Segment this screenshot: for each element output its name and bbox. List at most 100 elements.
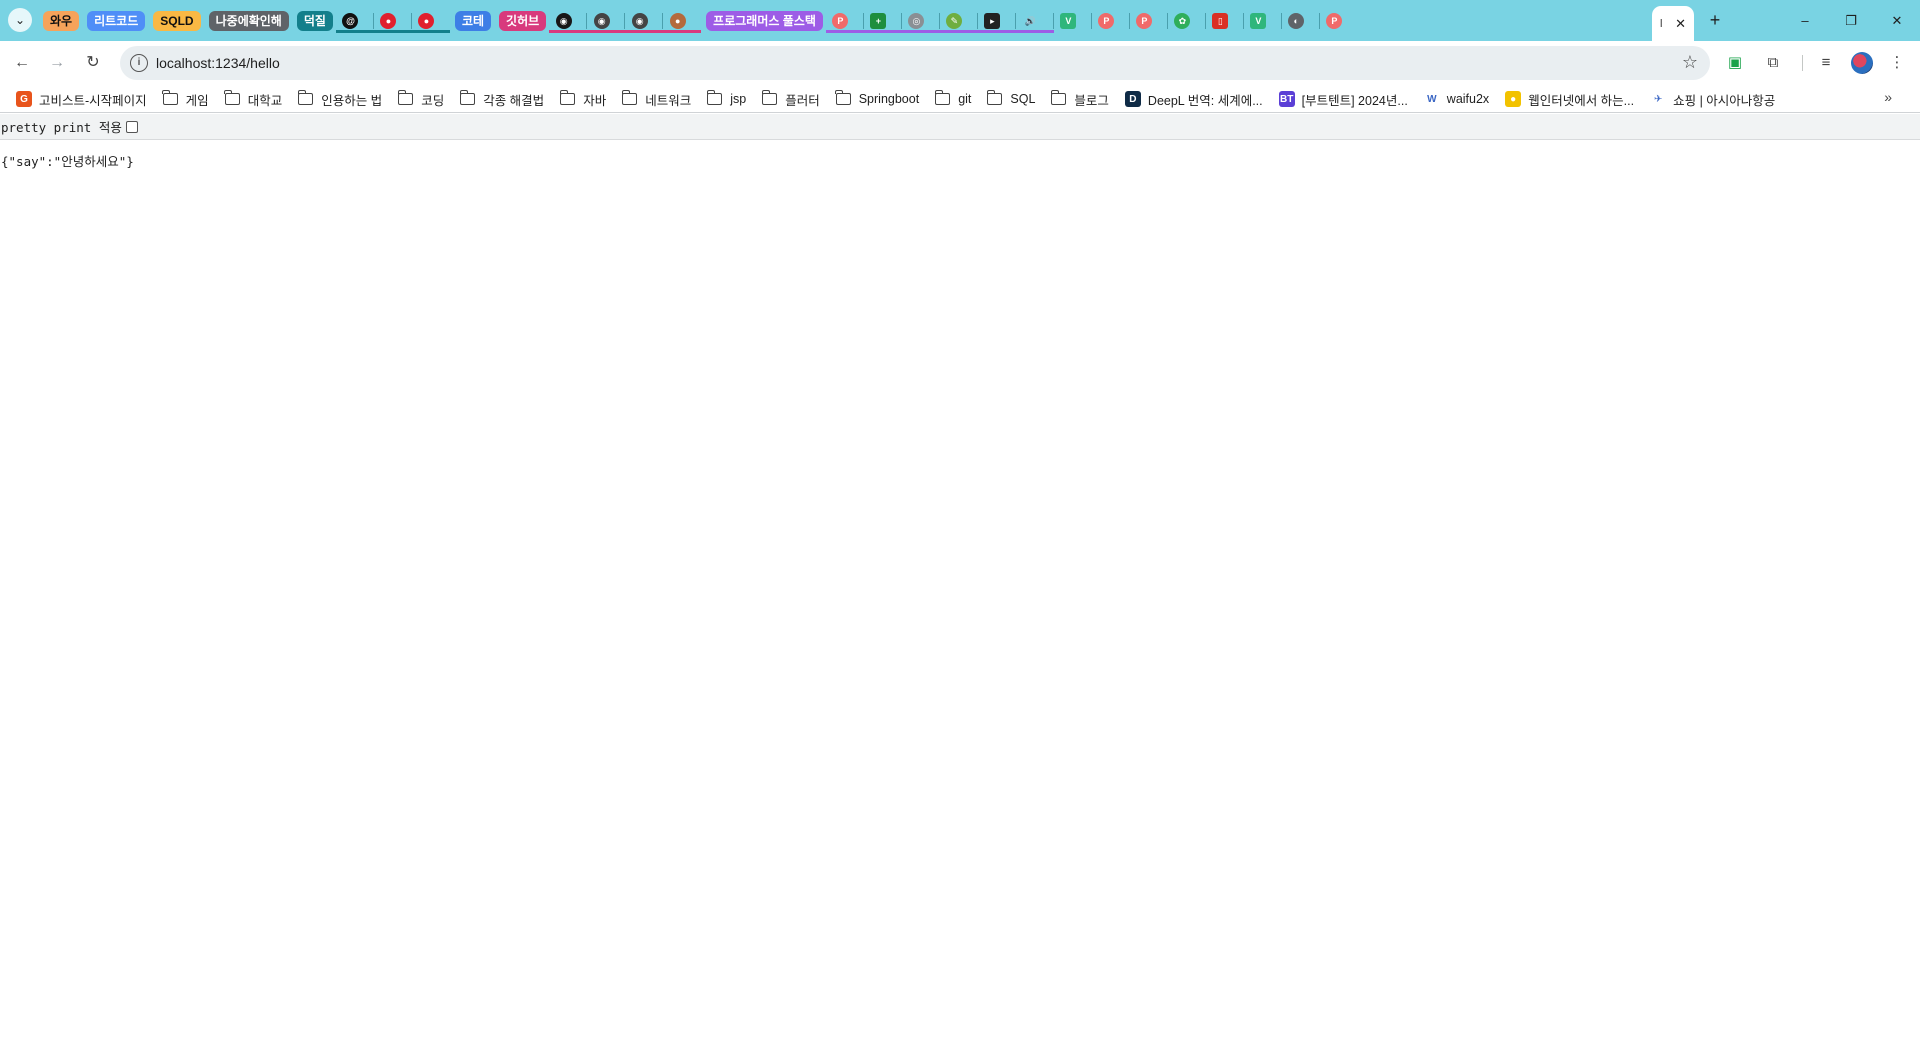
tab-search-chevron-down-icon[interactable]: ⌄	[8, 8, 32, 32]
tab[interactable]: +	[863, 0, 902, 41]
tab[interactable]: P	[825, 0, 864, 41]
folder-icon	[934, 90, 951, 105]
tab[interactable]: ◉	[625, 0, 664, 41]
url-text[interactable]: localhost:1234/hello	[156, 55, 280, 71]
bookmarks-overflow-chevron-icon[interactable]: »	[1884, 89, 1892, 105]
tab-group-chip[interactable]: 덕질	[296, 10, 333, 31]
tab[interactable]: P	[1092, 0, 1130, 41]
bookmark-label: jsp	[730, 92, 747, 106]
profile-avatar[interactable]	[1851, 52, 1873, 74]
menu-kebab-icon[interactable]: ⋮	[1886, 53, 1908, 73]
bookmark-label: 플러터	[785, 93, 820, 108]
folder-icon	[986, 90, 1003, 105]
tab[interactable]: P	[1320, 0, 1358, 41]
tab-group-chip[interactable]: 프로그래머스 풀스택	[706, 10, 823, 31]
tab-group-chip[interactable]: 와우	[43, 10, 80, 31]
media-control-icon[interactable]: ≡	[1815, 53, 1837, 73]
tab-strip: ⌄ 와우 리트코드 SQLD 나중에확인해 덕질 @ ● ● 코테 깃허브 ◉ …	[0, 0, 1920, 41]
folder-icon	[761, 90, 778, 105]
tab-group-label: 덕질	[303, 13, 326, 28]
pretty-print-checkbox[interactable]	[125, 120, 138, 133]
bookmark-label: DeepL 번역: 세계에...	[1147, 93, 1263, 108]
tab[interactable]: 🔊	[1015, 0, 1054, 41]
bookmark-item[interactable]: D DeepL 번역: 세계에...	[1117, 87, 1271, 111]
bookmark-folder[interactable]: 네트워크	[614, 87, 699, 111]
bookmark-label: 코딩	[421, 93, 445, 108]
tab-group-chip[interactable]: 리트코드	[87, 10, 146, 31]
address-bar[interactable]: i localhost:1234/hello ☆	[120, 46, 1710, 80]
close-window-button[interactable]: ✕	[1874, 0, 1920, 41]
bookmark-label: 각종 해결법	[483, 93, 545, 108]
tab[interactable]: ●	[411, 0, 450, 41]
folder-icon	[297, 90, 314, 105]
extension-green-icon[interactable]: ▣	[1724, 53, 1746, 73]
tab-group-chip[interactable]: 나중에확인해	[208, 10, 289, 31]
bookmark-folder[interactable]: Springboot	[828, 87, 927, 111]
bookmark-star-icon[interactable]: ☆	[1682, 52, 1698, 73]
restore-button[interactable]: ❐	[1828, 0, 1874, 41]
programmers-icon: P	[1098, 12, 1115, 29]
tab-group-label: 리트코드	[94, 13, 139, 28]
tab[interactable]: ●	[373, 0, 412, 41]
github-icon: ◉	[631, 12, 648, 29]
minimize-button[interactable]: –	[1782, 0, 1828, 41]
bookmark-item[interactable]: G 고비스트-시작페이지	[8, 87, 155, 111]
tab[interactable]: P	[1130, 0, 1168, 41]
site-info-icon[interactable]: i	[130, 54, 148, 72]
bookmark-label: 블로그	[1074, 93, 1109, 108]
bookmark-folder[interactable]: 블로그	[1043, 87, 1117, 111]
bookmark-folder[interactable]: 플러터	[754, 87, 828, 111]
tab[interactable]: ●	[663, 0, 702, 41]
tab[interactable]: ◉	[587, 0, 626, 41]
tab-group-label: 와우	[50, 13, 73, 28]
tab[interactable]: ▯	[1206, 0, 1244, 41]
tab-group-chip[interactable]: 깃허브	[499, 10, 547, 31]
tab[interactable]: V	[1244, 0, 1282, 41]
tab[interactable]: ✿	[1168, 0, 1206, 41]
reload-icon[interactable]: ↻	[81, 51, 105, 75]
tab[interactable]: V	[1054, 0, 1092, 41]
tab-group-chip[interactable]: 코테	[454, 10, 492, 31]
bookmark-label: 고비스트-시작페이지	[39, 93, 147, 108]
forward-arrow-icon[interactable]: →	[45, 51, 69, 75]
bookmark-folder[interactable]: SQL	[979, 87, 1043, 111]
bookmark-folder[interactable]: 자바	[552, 87, 614, 111]
bookmark-folder[interactable]: 인용하는 법	[290, 87, 390, 111]
bookmark-item[interactable]: ✈ 쇼핑 | 아시아나항공	[1642, 87, 1783, 111]
programmers-icon: P	[1136, 12, 1153, 29]
bookmark-item[interactable]: BT [부트텐트] 2024년...	[1271, 87, 1416, 111]
bookmark-label: 게임	[185, 93, 209, 108]
tab[interactable]: ◐	[1282, 0, 1320, 41]
bookmark-folder[interactable]: 게임	[155, 87, 217, 111]
bookmark-folder[interactable]: git	[927, 87, 979, 111]
bookmark-item[interactable]: Wwaifu2x	[1416, 87, 1497, 111]
bookmark-item[interactable]: ● 웹인터넷에서 하는...	[1497, 87, 1642, 111]
folder-icon	[706, 90, 723, 105]
active-tab[interactable]: l ✕	[1652, 6, 1694, 41]
back-arrow-icon[interactable]: ←	[10, 51, 34, 75]
bookmark-label: 대학교	[247, 93, 283, 108]
tab[interactable]: @	[335, 0, 374, 41]
pen-icon: ✎	[946, 12, 963, 29]
github-icon: ◉	[593, 12, 610, 29]
close-tab-icon[interactable]: ✕	[1675, 16, 1686, 32]
tab[interactable]: ◎	[901, 0, 940, 41]
bookmark-folder[interactable]: jsp	[699, 87, 754, 111]
bookmark-folder[interactable]: 코딩	[390, 87, 452, 111]
bookmark-label: 네트워크	[645, 93, 692, 108]
bookmark-label: Springboot	[858, 92, 920, 106]
tab-group-chip[interactable]: SQLD	[153, 10, 201, 31]
bookmark-label: [부트텐트] 2024년...	[1301, 93, 1408, 108]
new-tab-button[interactable]: +	[1703, 8, 1727, 32]
tab[interactable]: ✎	[939, 0, 978, 41]
bookmark-label: SQL	[1010, 92, 1036, 106]
pretty-print-bar: pretty print 적용	[0, 114, 1920, 140]
bookmark-folder[interactable]: 대학교	[217, 87, 291, 111]
bookmark-folder[interactable]: 각종 해결법	[452, 87, 552, 111]
bookmark-label: 인용하는 법	[321, 93, 383, 108]
tab[interactable]: ◉	[549, 0, 588, 41]
tab[interactable]: ▸	[977, 0, 1016, 41]
globe-icon: ◎	[908, 12, 925, 29]
red-square-icon: ▯	[1212, 12, 1229, 29]
extensions-puzzle-icon[interactable]: ⧉	[1762, 53, 1784, 73]
